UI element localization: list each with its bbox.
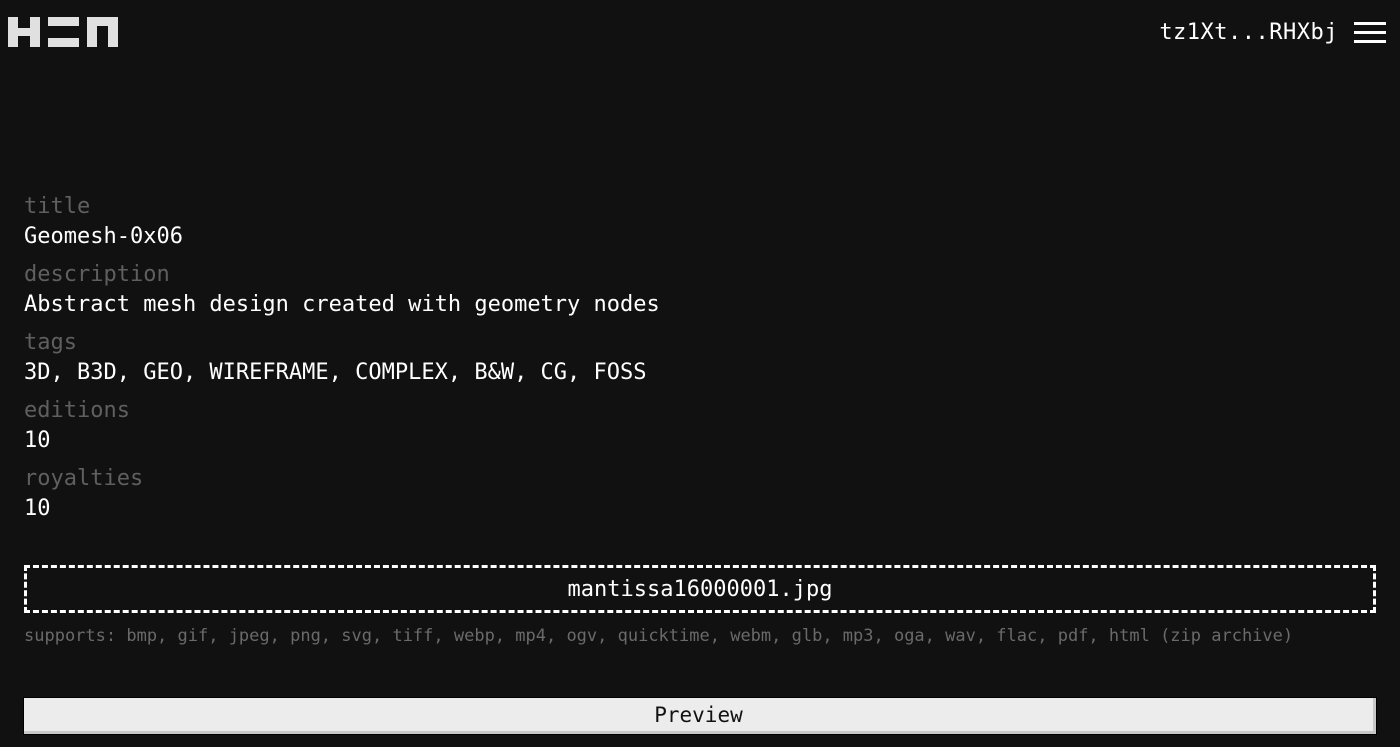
hamburger-menu-icon[interactable] [1354,21,1386,45]
logo-h-bar [8,28,40,36]
field-label: royalties [24,466,144,491]
menu-line [1354,22,1386,25]
logo-n-right [108,17,118,47]
field-label: title [24,194,91,219]
mint-fields: title Geomesh-0x06 description Abstract … [24,194,660,534]
file-upload-dropzone[interactable]: mantissa16000001.jpg [24,565,1376,613]
logo-equals-bottom [48,38,79,47]
logo-equals-top [48,17,79,26]
menu-line [1354,40,1386,43]
field-value: Geomesh-0x06 [24,224,183,249]
field-tags: tags 3D, B3D, GEO, WIREFRAME, COMPLEX, B… [24,330,660,393]
supported-formats-text: supports: bmp, gif, jpeg, png, svg, tiff… [24,626,1294,646]
field-label: description [24,262,170,287]
field-description: description Abstract mesh design created… [24,262,660,325]
hen-logo-icon[interactable] [8,17,118,47]
upload-filename: mantissa16000001.jpg [567,576,833,602]
menu-line [1354,31,1386,34]
preview-button[interactable]: Preview [24,698,1376,734]
logo-n-left [87,17,97,47]
field-value: 3D, B3D, GEO, WIREFRAME, COMPLEX, B&W, C… [24,360,647,385]
field-label: tags [24,330,77,355]
field-value: 10 [24,428,51,453]
field-royalties: royalties 10 [24,466,660,529]
field-value: 10 [24,496,51,521]
field-value: Abstract mesh design created with geomet… [24,292,660,317]
field-label: editions [24,398,130,423]
header: tz1Xt...RHXbj [0,0,1400,66]
wallet-address[interactable]: tz1Xt...RHXbj [1159,19,1338,47]
field-editions: editions 10 [24,398,660,461]
field-title: title Geomesh-0x06 [24,194,660,257]
